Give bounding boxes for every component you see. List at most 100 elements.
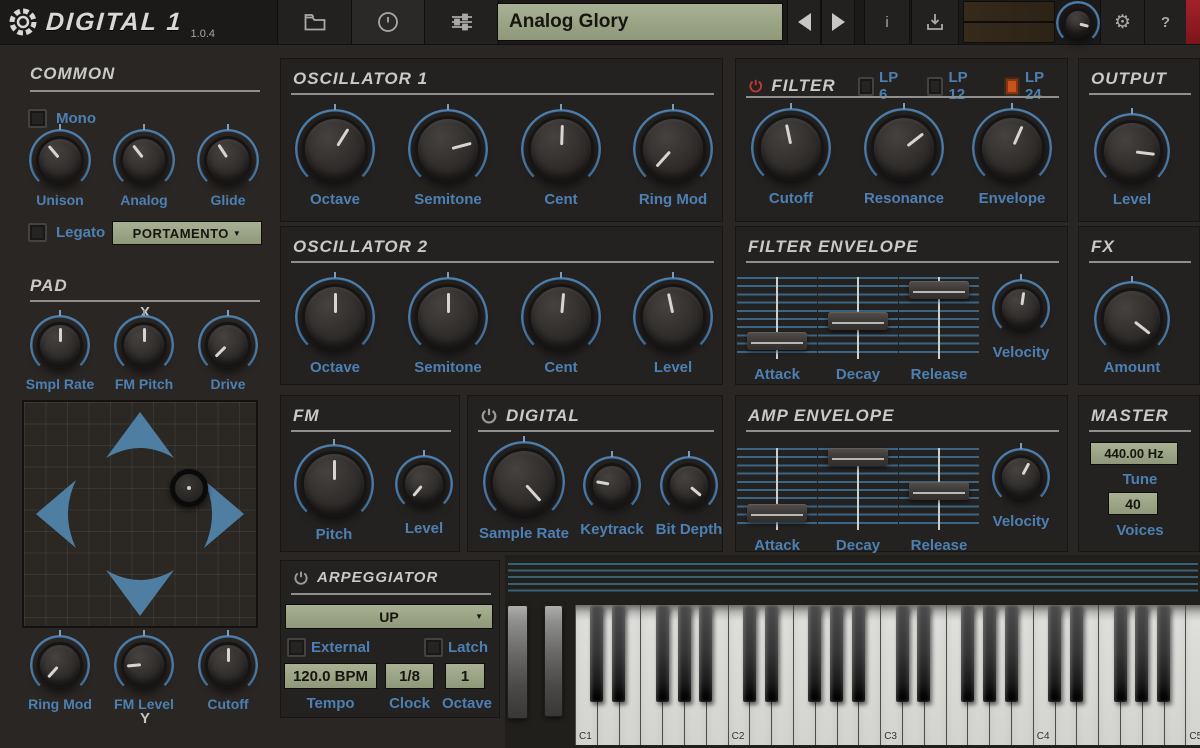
- history-button[interactable]: [351, 0, 425, 44]
- sample-rate-knob[interactable]: [490, 448, 558, 516]
- title-bar: DIGITAL 1 1.0.4 Analog Glory i: [0, 0, 1200, 45]
- black-key[interactable]: [678, 605, 691, 702]
- black-key[interactable]: [743, 605, 756, 702]
- osc1-ring-mod-knob[interactable]: [640, 116, 706, 182]
- osc2-level-knob[interactable]: [640, 284, 706, 350]
- tune-field[interactable]: 440.00 Hz: [1090, 442, 1178, 465]
- xy-pad-puck[interactable]: [170, 469, 208, 507]
- black-key[interactable]: [983, 605, 996, 702]
- black-key[interactable]: [961, 605, 974, 702]
- black-key[interactable]: [765, 605, 778, 702]
- osc2-semitone-knob[interactable]: [415, 284, 481, 350]
- aenv-decay-slider[interactable]: [818, 448, 898, 530]
- tweaks-button[interactable]: [424, 0, 499, 44]
- gear-icon: ⚙: [1114, 11, 1131, 34]
- aenv-release-cell: Release: [899, 448, 979, 554]
- arp-mode-dropdown[interactable]: UP ▼: [285, 604, 493, 629]
- output-level-label: Level: [1113, 191, 1151, 208]
- fenv-decay-slider[interactable]: [818, 277, 898, 359]
- black-key[interactable]: [1157, 605, 1170, 702]
- black-key[interactable]: [590, 605, 603, 702]
- chevron-down-icon: ▼: [475, 612, 483, 621]
- filter-envelope-knob[interactable]: [979, 115, 1045, 181]
- black-key[interactable]: [1070, 605, 1083, 702]
- pad-ring-mod-knob[interactable]: [37, 642, 83, 688]
- download-tray-icon: [925, 12, 945, 32]
- bit-depth-knob[interactable]: [667, 463, 711, 507]
- filter-cutoff-label: Cutoff: [769, 190, 813, 207]
- smpl-rate-knob[interactable]: [37, 322, 83, 368]
- xy-pad[interactable]: [22, 400, 258, 628]
- portamento-dropdown[interactable]: PORTAMENTO ▼: [112, 221, 262, 245]
- fenv-attack-slider[interactable]: [737, 277, 817, 359]
- pad-cutoff-knob[interactable]: [205, 642, 251, 688]
- fm-level-main-knob[interactable]: [402, 462, 446, 506]
- left-arrow-icon: [798, 13, 811, 31]
- black-key[interactable]: [830, 605, 843, 702]
- osc2-cent-knob[interactable]: [528, 284, 594, 350]
- black-key[interactable]: [808, 605, 821, 702]
- osc1-semitone-knob[interactable]: [415, 116, 481, 182]
- fx-amount-knob[interactable]: [1101, 288, 1163, 350]
- fm-pitch-main-knob[interactable]: [301, 451, 367, 517]
- glide-knob[interactable]: [204, 136, 252, 184]
- black-key[interactable]: [1048, 605, 1061, 702]
- aenv-velocity-knob[interactable]: [999, 455, 1043, 499]
- black-key[interactable]: [1005, 605, 1018, 702]
- tempo-field[interactable]: 120.0 BPM: [284, 663, 377, 689]
- legato-checkbox[interactable]: [28, 223, 47, 242]
- fm-pitch-label: FM Pitch: [115, 376, 173, 392]
- osc2-octave-knob[interactable]: [302, 284, 368, 350]
- lp6-checkbox[interactable]: [858, 77, 874, 96]
- black-key[interactable]: [656, 605, 669, 702]
- unison-knob[interactable]: [36, 136, 84, 184]
- browse-presets-button[interactable]: [277, 0, 352, 44]
- external-checkbox[interactable]: [287, 638, 306, 657]
- aenv-attack-slider[interactable]: [737, 448, 817, 530]
- black-key[interactable]: [699, 605, 712, 702]
- keytrack-knob[interactable]: [590, 463, 634, 507]
- fm-pitch-knob[interactable]: [121, 322, 167, 368]
- aenv-release-slider[interactable]: [899, 448, 979, 530]
- output-level-knob[interactable]: [1101, 120, 1163, 182]
- unison-label: Unison: [36, 192, 83, 208]
- analog-knob[interactable]: [120, 136, 168, 184]
- black-key[interactable]: [1114, 605, 1127, 702]
- previous-preset-button[interactable]: [787, 0, 821, 44]
- osc1-semitone-label: Semitone: [414, 191, 482, 208]
- next-preset-button[interactable]: [821, 0, 855, 44]
- black-key[interactable]: [852, 605, 865, 702]
- settings-button[interactable]: ⚙: [1100, 0, 1145, 44]
- arpeggiator-power-icon[interactable]: [293, 570, 309, 586]
- octave-field[interactable]: 1: [445, 663, 485, 689]
- white-key[interactable]: C5: [1185, 605, 1200, 745]
- clock-field[interactable]: 1/8: [385, 663, 434, 689]
- digital-power-icon[interactable]: [480, 407, 498, 425]
- filter-cutoff-knob[interactable]: [758, 115, 824, 181]
- preset-name-field[interactable]: Analog Glory: [497, 3, 783, 41]
- latch-checkbox[interactable]: [424, 638, 443, 657]
- voices-field[interactable]: 40: [1108, 492, 1158, 515]
- black-key[interactable]: [1135, 605, 1148, 702]
- mono-checkbox[interactable]: [28, 109, 47, 128]
- osc1-octave-knob[interactable]: [302, 116, 368, 182]
- pad-fm-level-knob[interactable]: [121, 642, 167, 688]
- lp24-checkbox[interactable]: [1004, 77, 1020, 96]
- fenv-release-slider[interactable]: [899, 277, 979, 359]
- lp12-checkbox[interactable]: [927, 77, 943, 96]
- black-key[interactable]: [612, 605, 625, 702]
- save-preset-button[interactable]: [911, 0, 959, 44]
- fenv-velocity-knob[interactable]: [999, 286, 1043, 330]
- filter-power-icon[interactable]: [748, 77, 763, 95]
- octave-label: C3: [884, 731, 897, 742]
- help-button[interactable]: ?: [1144, 0, 1187, 44]
- info-button[interactable]: i: [864, 0, 910, 44]
- filter-resonance-knob[interactable]: [871, 115, 937, 181]
- osc1-octave-cell: Octave: [287, 116, 383, 208]
- master-volume-knob[interactable]: [1063, 8, 1093, 38]
- fm-level-main-label: Level: [405, 520, 443, 537]
- osc1-cent-knob[interactable]: [528, 116, 594, 182]
- black-key[interactable]: [917, 605, 930, 702]
- black-key[interactable]: [896, 605, 909, 702]
- drive-knob[interactable]: [205, 322, 251, 368]
